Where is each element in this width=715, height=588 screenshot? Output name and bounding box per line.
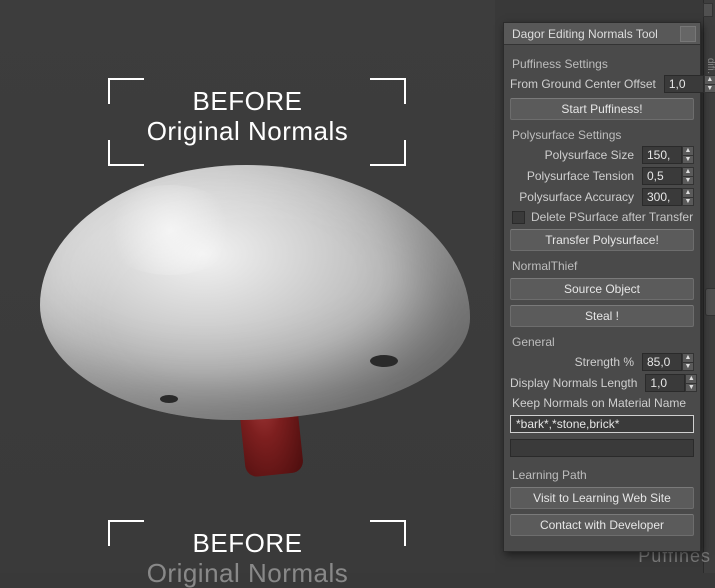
spinner-ground-offset: ▲▼ xyxy=(664,75,715,93)
label-strength: Strength % xyxy=(510,355,638,369)
visit-website-button[interactable]: Visit to Learning Web Site xyxy=(510,487,694,509)
spin-down-icon[interactable]: ▼ xyxy=(682,197,694,207)
normals-tool-panel: Dagor Editing Normals Tool Puffiness Set… xyxy=(503,22,701,552)
delete-psurface-checkbox[interactable] xyxy=(512,211,525,224)
label-poly-size: Polysurface Size xyxy=(510,148,638,162)
row-strength: Strength % ▲▼ xyxy=(510,353,694,371)
section-header-puffiness: Puffiness Settings xyxy=(512,57,694,71)
spin-down-icon[interactable]: ▼ xyxy=(682,176,694,186)
spinner-poly-tension: ▲▼ xyxy=(642,167,694,185)
close-icon[interactable] xyxy=(680,26,696,42)
spin-down-icon[interactable]: ▼ xyxy=(704,84,715,94)
label-keep-normals: Keep Normals on Material Name xyxy=(512,396,694,410)
steal-button[interactable]: Steal ! xyxy=(510,305,694,327)
label-display-length: Display Normals Length xyxy=(510,376,641,390)
row-poly-size: Polysurface Size ▲▼ xyxy=(510,146,694,164)
tree-canopy xyxy=(40,165,470,420)
canopy-gap xyxy=(370,355,398,367)
label-poly-accuracy: Polysurface Accuracy xyxy=(510,190,638,204)
spin-down-icon[interactable]: ▼ xyxy=(685,383,697,393)
spin-up-icon[interactable]: ▲ xyxy=(682,167,694,176)
caption-line: BEFORE xyxy=(193,86,303,116)
section-header-general: General xyxy=(512,335,694,349)
label-delete-psurface: Delete PSurface after Transfer xyxy=(531,210,693,224)
material-name-input[interactable] xyxy=(510,415,694,433)
frame-bracket xyxy=(108,520,144,546)
row-display-length: Display Normals Length ▲▼ xyxy=(510,374,694,392)
caption-line: Original Normals xyxy=(0,116,495,146)
spinner-poly-size: ▲▼ xyxy=(642,146,694,164)
dock-toggle-button[interactable] xyxy=(703,3,713,17)
viewport-caption-before-bottom: BEFORE Original Normals xyxy=(0,528,495,588)
contact-developer-button[interactable]: Contact with Developer xyxy=(510,514,694,536)
frame-bracket xyxy=(108,78,144,104)
frame-bracket xyxy=(370,78,406,104)
dock-tab-handle[interactable] xyxy=(705,288,715,316)
tree-preview xyxy=(40,165,470,485)
spinner-poly-accuracy: ▲▼ xyxy=(642,188,694,206)
section-header-learning: Learning Path xyxy=(512,468,694,482)
spin-up-icon[interactable]: ▲ xyxy=(682,188,694,197)
source-object-button[interactable]: Source Object xyxy=(510,278,694,300)
spin-up-icon[interactable]: ▲ xyxy=(704,75,715,84)
poly-tension-input[interactable] xyxy=(642,167,682,185)
ground-offset-input[interactable] xyxy=(664,75,704,93)
row-ground-offset: From Ground Center Offset ▲▼ xyxy=(510,75,694,93)
section-header-polysurface: Polysurface Settings xyxy=(512,128,694,142)
strength-input[interactable] xyxy=(642,353,682,371)
spinner-display-length: ▲▼ xyxy=(645,374,697,392)
row-poly-accuracy: Polysurface Accuracy ▲▼ xyxy=(510,188,694,206)
label-ground-offset: From Ground Center Offset xyxy=(510,77,660,91)
frame-bracket xyxy=(108,140,144,166)
display-length-input[interactable] xyxy=(645,374,685,392)
panel-title: Dagor Editing Normals Tool xyxy=(512,27,680,41)
spin-up-icon[interactable]: ▲ xyxy=(682,146,694,155)
row-poly-tension: Polysurface Tension ▲▼ xyxy=(510,167,694,185)
canopy-gap xyxy=(160,395,178,403)
frame-bracket xyxy=(370,140,406,166)
poly-size-input[interactable] xyxy=(642,146,682,164)
row-delete-psurface: Delete PSurface after Transfer xyxy=(512,210,694,224)
frame-bracket xyxy=(370,520,406,546)
caption-line: BEFORE xyxy=(193,528,303,558)
caption-line: Original Normals xyxy=(0,558,495,588)
spin-down-icon[interactable]: ▼ xyxy=(682,155,694,165)
spin-up-icon[interactable]: ▲ xyxy=(682,353,694,362)
spin-up-icon[interactable]: ▲ xyxy=(685,374,697,383)
label-poly-tension: Polysurface Tension xyxy=(510,169,638,183)
spin-down-icon[interactable]: ▼ xyxy=(682,362,694,372)
material-name-extra-input[interactable] xyxy=(510,439,694,457)
viewport-3d[interactable]: BEFORE Original Normals BEFORE Original … xyxy=(0,0,495,573)
start-puffiness-button[interactable]: Start Puffiness! xyxy=(510,98,694,120)
panel-body: Puffiness Settings From Ground Center Of… xyxy=(504,45,700,551)
transfer-polysurface-button[interactable]: Transfer Polysurface! xyxy=(510,229,694,251)
panel-titlebar[interactable]: Dagor Editing Normals Tool xyxy=(504,23,700,45)
section-header-normalthief: NormalThief xyxy=(512,259,694,273)
viewport-caption-before: BEFORE Original Normals xyxy=(0,86,495,146)
spinner-strength: ▲▼ xyxy=(642,353,694,371)
poly-accuracy-input[interactable] xyxy=(642,188,682,206)
